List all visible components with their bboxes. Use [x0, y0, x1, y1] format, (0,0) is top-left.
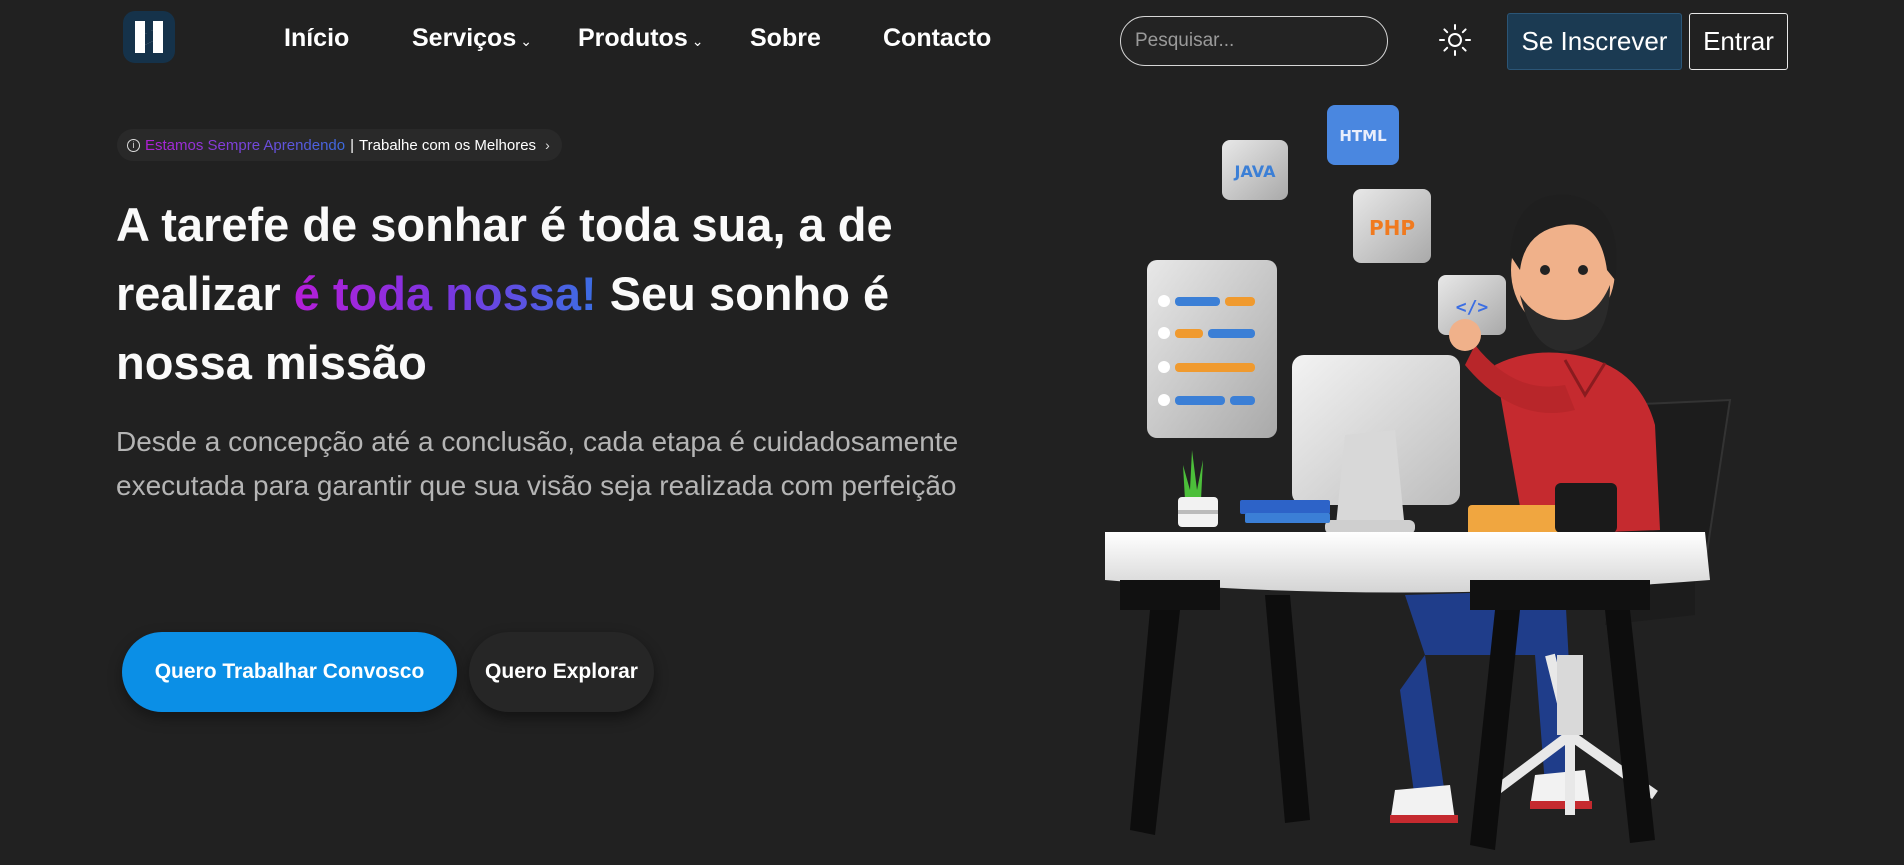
search-input[interactable] [1120, 16, 1388, 66]
nav-link-produtos[interactable]: Produtos ⌄ [578, 24, 703, 53]
nav-link-label: Serviços [412, 24, 517, 52]
svg-text:HTML: HTML [1339, 127, 1387, 145]
chevron-down-icon: ⌄ [520, 33, 532, 49]
nav-link-label: Início [284, 24, 350, 52]
svg-text:PHP: PHP [1369, 216, 1415, 240]
nav-link-inicio[interactable]: Início [284, 24, 349, 53]
nav-link-label: Sobre [750, 24, 821, 52]
document-card-icon [1147, 260, 1277, 438]
chevron-down-icon: ⌄ [691, 33, 704, 49]
pill-text: Trabalhe com os Melhores [359, 136, 537, 154]
nav-link-sobre[interactable]: Sobre [750, 24, 821, 53]
plant-icon [1178, 450, 1218, 527]
pill-gradient-text: Estamos Sempre Aprendendo [145, 136, 346, 154]
nav-link-contacto[interactable]: Contacto [883, 24, 991, 53]
pill-separator: | [350, 136, 355, 154]
nav-link-servicos[interactable]: Serviços ⌄ [412, 24, 532, 53]
hero-subtitle: Desde a concepção até a conclusão, cada … [116, 426, 959, 501]
explore-button[interactable]: Quero Explorar [469, 632, 654, 712]
top-navbar: Início Serviços ⌄ Produtos ⌄ Sobre Conta… [0, 0, 1904, 84]
hero-headline: A tarefe de sonhar é toda sua, a de real… [116, 190, 1016, 397]
html-badge: HTML [1327, 105, 1399, 165]
brand-logo-icon[interactable] [123, 11, 175, 63]
nav-link-label: Contacto [883, 24, 992, 52]
signup-button[interactable]: Se Inscrever [1507, 13, 1682, 70]
php-badge: PHP [1353, 189, 1431, 263]
info-icon: i [127, 138, 140, 152]
nav-link-label: Produtos [578, 24, 688, 52]
work-with-us-button[interactable]: Quero Trabalhar Convosco [122, 632, 457, 712]
headline-highlight: é toda nossa! [293, 267, 597, 320]
java-badge: JAVA [1222, 140, 1288, 200]
svg-text:JAVA: JAVA [1234, 162, 1277, 181]
announcement-pill[interactable]: i Estamos Sempre Aprendendo | Trabalhe c… [117, 129, 562, 161]
login-button[interactable]: Entrar [1689, 13, 1788, 70]
chevron-right-icon: › [545, 137, 550, 153]
developer-illustration: JAVA HTML PHP </> [1095, 95, 1755, 855]
svg-text:</>: </> [1456, 297, 1489, 318]
sun-icon[interactable] [1437, 22, 1473, 58]
